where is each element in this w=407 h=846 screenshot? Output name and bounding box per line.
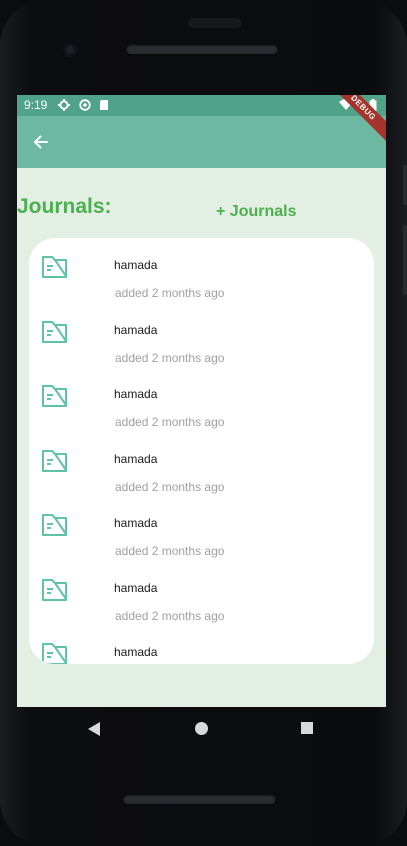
bottom-speaker [123,794,276,804]
app-bar [17,116,386,168]
journal-added-time: added 2 months ago [115,286,225,300]
journal-item[interactable]: hamada added 2 months ago [29,253,374,317]
navigation-bar [17,707,386,751]
front-camera [63,43,77,57]
proximity-sensor [188,18,242,28]
folder-icon [41,255,69,279]
nav-recents-icon[interactable] [300,721,314,735]
sd-card-icon [100,100,108,110]
earpiece-speaker [126,44,278,54]
folder-icon [41,642,69,664]
journal-added-time: added 2 months ago [115,479,225,494]
journal-item[interactable]: hamada [29,640,374,664]
folder-icon [41,449,69,473]
settings-icon [58,99,70,111]
nav-home-icon[interactable] [194,721,209,736]
journal-name: hamada [114,516,158,530]
status-time: 9:19 [24,98,48,112]
journal-name: hamada [114,580,158,595]
journal-name: hamada [114,645,158,659]
journal-name: hamada [114,451,158,466]
phone-frame: 9:19 DEBUG Journals: + Journals hamada a… [0,0,407,846]
journal-list: hamada added 2 months ago hamada added 2 mo… [29,238,374,664]
journal-added-time: added 2 months ago [115,544,225,558]
folder-icon [41,384,69,408]
folder-icon [41,578,69,602]
arrow-left-icon[interactable] [27,128,55,156]
nav-back-icon[interactable] [87,721,101,737]
journal-name: hamada [114,258,158,272]
status-bar: 9:19 [17,95,386,116]
folder-icon [41,320,69,344]
journal-name: hamada [114,387,158,401]
volume-button [403,165,407,205]
journal-added-time: added 2 months ago [115,415,225,429]
folder-icon [41,513,69,537]
app-screen: 9:19 DEBUG Journals: + Journals hamada a… [17,95,386,707]
power-button [403,225,407,295]
journal-added-time: added 2 months ago [115,350,225,365]
journal-item[interactable]: hamada added 2 months ago [29,511,374,575]
journal-added-time: added 2 months ago [115,608,225,623]
journal-item[interactable]: hamada added 2 months ago [29,447,374,511]
data-saver-icon [79,99,91,111]
journal-name: hamada [114,322,158,337]
journal-item[interactable]: hamada added 2 months ago [29,576,374,640]
journal-item[interactable]: hamada added 2 months ago [29,382,374,446]
journal-item[interactable]: hamada added 2 months ago [29,318,374,382]
page-title: Journals: [17,195,112,218]
add-journal-button[interactable]: + Journals [216,203,296,221]
